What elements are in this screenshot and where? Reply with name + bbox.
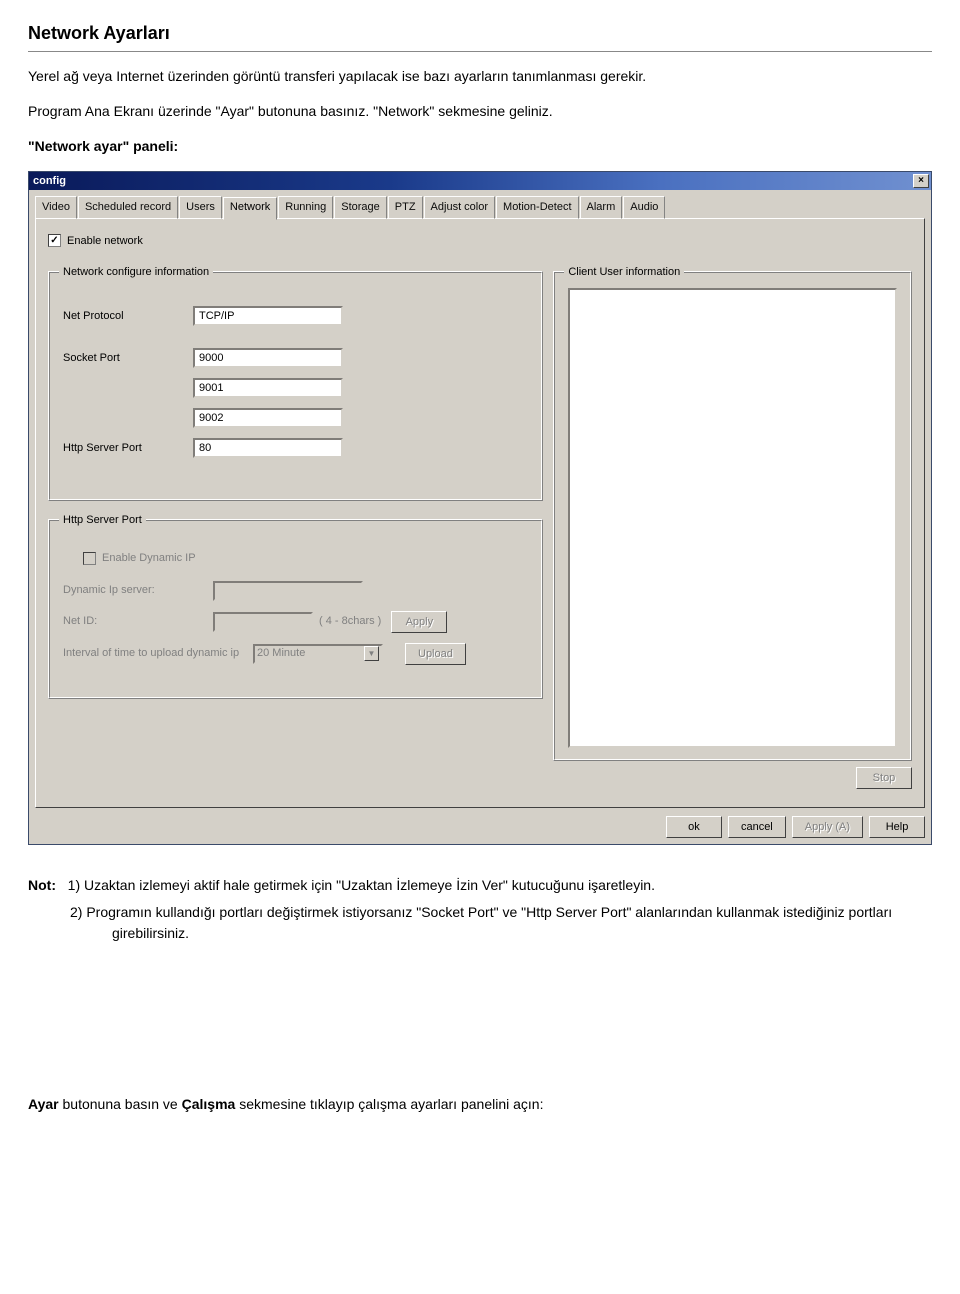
interval-select-value: 20 Minute [257,645,305,662]
tab-running[interactable]: Running [278,196,333,219]
tab-audio[interactable]: Audio [623,196,665,219]
http-server-port-input[interactable] [193,438,343,458]
titlebar: config × [29,172,931,190]
intro-paragraph: Yerel ağ veya Internet üzerinden görüntü… [28,66,932,87]
interval-label: Interval of time to upload dynamic ip [63,645,253,662]
port3-input[interactable] [193,408,343,428]
help-button[interactable]: Help [869,816,925,838]
client-user-listbox[interactable] [568,288,897,748]
port2-input[interactable] [193,378,343,398]
tab-scheduled-record[interactable]: Scheduled record [78,196,178,219]
tabstrip: Video Scheduled record Users Network Run… [35,196,925,219]
ayar-prefix: Ayar [28,1096,59,1112]
cancel-button[interactable]: cancel [728,816,786,838]
upload-button[interactable]: Upload [405,643,466,665]
http-server-legend: Http Server Port [59,512,146,529]
enable-dynamic-ip-label: Enable Dynamic IP [102,550,196,567]
stop-button[interactable]: Stop [856,767,912,789]
tab-network[interactable]: Network [223,197,277,220]
net-protocol-label: Net Protocol [63,308,193,325]
note-2: 2) Programın kullandığı portları değişti… [70,904,892,941]
ok-button[interactable]: ok [666,816,722,838]
socket-port-input[interactable] [193,348,343,368]
chevron-down-icon: ▼ [364,646,379,661]
net-id-label: Net ID: [63,613,213,630]
apply-button[interactable]: Apply (A) [792,816,863,838]
enable-dynamic-ip-checkbox[interactable] [83,552,96,565]
steps-paragraph: Program Ana Ekranı üzerinde "Ayar" buton… [28,101,932,122]
network-tab-panel: Enable network Network configure informa… [35,218,925,809]
apply-netid-button[interactable]: Apply [391,611,447,633]
client-user-legend: Client User information [564,264,684,281]
tab-ptz[interactable]: PTZ [388,196,423,219]
tab-alarm[interactable]: Alarm [580,196,623,219]
close-icon[interactable]: × [913,174,929,188]
ayar-calisma: Çalışma [182,1096,236,1112]
dynamic-ip-server-label: Dynamic Ip server: [63,582,213,599]
net-id-hint: ( 4 - 8chars ) [319,613,381,630]
note-1: 1) Uzaktan izlemeyi aktif hale getirmek … [68,877,655,893]
tab-video[interactable]: Video [35,196,77,219]
notes-label: Not: [28,877,56,893]
network-configure-fieldset: Network configure information Net Protoc… [48,271,543,501]
http-server-fieldset: Http Server Port Enable Dynamic IP Dynam… [48,519,543,699]
socket-port-label: Socket Port [63,350,193,367]
tab-motion-detect[interactable]: Motion-Detect [496,196,578,219]
page-title: Network Ayarları [28,20,932,52]
enable-network-checkbox[interactable] [48,234,61,247]
net-id-input[interactable] [213,612,313,632]
ayar-line: Ayar butonuna basın ve Çalışma sekmesine… [28,1094,932,1115]
dialog-button-row: ok cancel Apply (A) Help [35,816,925,838]
config-dialog: config × Video Scheduled record Users Ne… [28,171,932,845]
http-server-port-label: Http Server Port [63,440,193,457]
tab-storage[interactable]: Storage [334,196,387,219]
client-user-fieldset: Client User information [553,271,912,761]
ayar-mid: butonuna basın ve [59,1096,182,1112]
window-title: config [31,173,66,190]
net-protocol-input[interactable] [193,306,343,326]
network-configure-legend: Network configure information [59,264,213,281]
dynamic-ip-server-input[interactable] [213,581,363,601]
tab-users[interactable]: Users [179,196,222,219]
panel-label: "Network ayar" paneli: [28,136,932,157]
ayar-suffix: sekmesine tıklayıp çalışma ayarları pane… [235,1096,543,1112]
interval-select[interactable]: 20 Minute ▼ [253,644,383,664]
notes-section: Not: 1) Uzaktan izlemeyi aktif hale geti… [28,875,932,944]
enable-network-label: Enable network [67,233,143,250]
tab-adjust-color[interactable]: Adjust color [424,196,495,219]
